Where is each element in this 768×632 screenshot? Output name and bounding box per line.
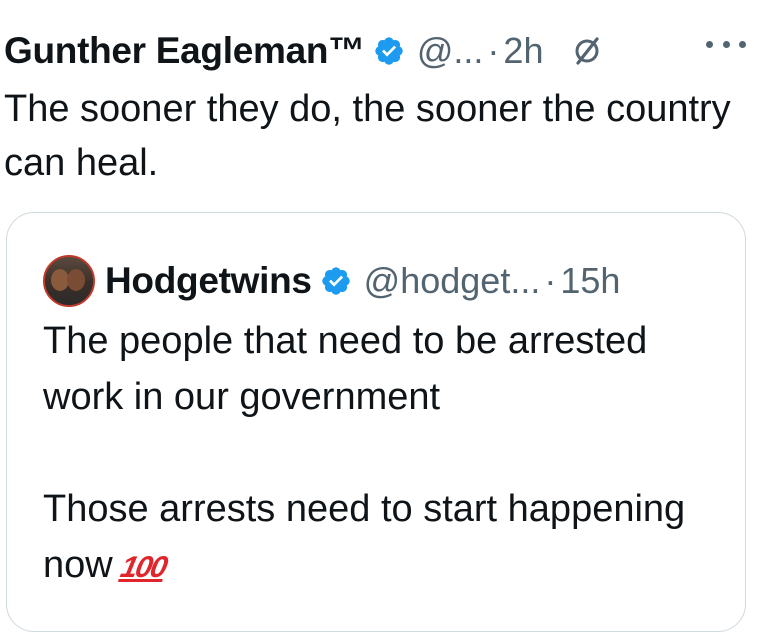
quoted-paragraph-2: Those arrests need to start happening no… (43, 481, 723, 596)
quoted-paragraph-1: The people that need to be arrested work… (43, 320, 648, 418)
dot-separator: · (544, 260, 557, 301)
quoted-tweet-header: Hodgetwins @hodget... · 15h (43, 253, 620, 309)
quoted-tweet-text: The people that need to be arrested work… (43, 313, 723, 596)
grok-icon[interactable] (571, 35, 603, 67)
quoted-tweet-card[interactable]: Hodgetwins @hodget... · 15h The people t… (6, 212, 746, 632)
avatar[interactable] (43, 255, 95, 307)
quoted-author-handle[interactable]: @hodget... (364, 260, 541, 302)
dot-separator: · (487, 30, 500, 71)
hundred-points-icon: 100 (117, 551, 169, 584)
timestamp[interactable]: 2h (503, 30, 543, 72)
tweet-text: The sooner they do, the sooner the count… (4, 88, 731, 184)
author-name[interactable]: Gunther Eagleman™ (4, 30, 365, 72)
tweet-header: Gunther Eagleman™ @... · 2h (4, 24, 603, 78)
quoted-timestamp[interactable]: 15h (560, 260, 620, 302)
verified-badge-icon[interactable] (320, 265, 352, 297)
author-handle[interactable]: @... (417, 30, 484, 72)
quoted-author-name[interactable]: Hodgetwins (105, 260, 312, 302)
verified-badge-icon[interactable] (373, 35, 405, 67)
more-options-icon[interactable] (706, 34, 746, 54)
tweet[interactable]: Gunther Eagleman™ @... · 2h The sooner t… (0, 0, 768, 632)
